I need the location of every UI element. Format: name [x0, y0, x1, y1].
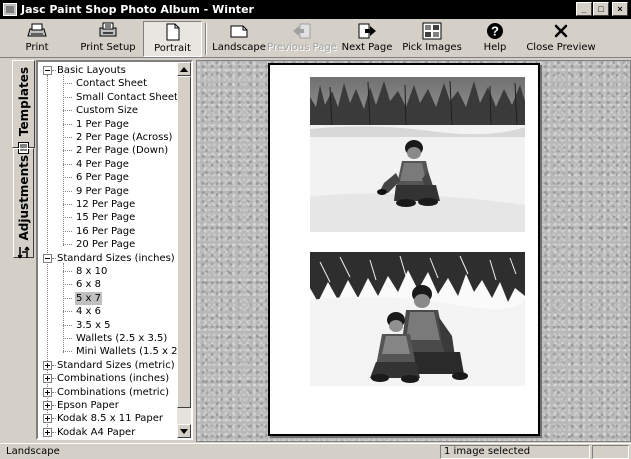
photo-children-in-snow[interactable] [310, 252, 525, 386]
tab-adjustments-label: Adjustments [16, 155, 31, 241]
tree-item-label: 2 Per Page (Down) [76, 145, 169, 157]
tree-item-label: Wallets (2.5 x 3.5) [76, 333, 168, 344]
templates-tree: Basic Layouts Contact Sheet Small Contact … [38, 62, 178, 438]
tree-item-label: 3.5 x 5 [76, 319, 111, 331]
close-preview-icon [549, 21, 573, 41]
tree-item-label: 1 Per Page [76, 118, 129, 130]
tree-item-label: 2 Per Page (Across) [76, 132, 173, 143]
portrait-button[interactable]: Portrait [143, 21, 202, 57]
tree-group-label: Epson Paper [57, 400, 119, 411]
tree-group-label: Standard Sizes (inches) [57, 252, 175, 264]
maximize-icon: □ [598, 3, 604, 14]
print-preview-area [196, 60, 631, 442]
close-icon: × [617, 3, 623, 14]
tree-scrollbar[interactable] [177, 62, 191, 438]
scroll-thumb[interactable] [177, 76, 191, 408]
status-selection: 1 image selected [440, 445, 590, 459]
tree-item-label: Contact Sheet [76, 78, 147, 90]
pick-images-button[interactable]: Pick Images [402, 21, 462, 57]
tree-item-label: 9 Per Page [76, 185, 129, 197]
tree-item-label: 6 x 8 [76, 279, 101, 291]
collapse-icon[interactable] [43, 253, 52, 263]
tab-adjustments[interactable]: Adjustments [13, 148, 34, 259]
tree-item-label: Custom Size [76, 105, 139, 117]
tree-item-label: 4 Per Page [76, 158, 129, 170]
portrait-icon [161, 22, 185, 42]
tree-item-label: 4 x 6 [76, 306, 101, 318]
tree-group-label: Basic Layouts [57, 65, 126, 76]
tree-item-label: 16 Per Page [76, 225, 136, 237]
print-setup-icon [96, 21, 120, 41]
tab-templates-label: Templates [16, 67, 31, 137]
print-button[interactable]: Print [14, 21, 60, 57]
landscape-button[interactable]: Landscape [212, 21, 266, 57]
title-bar[interactable]: Jasc Paint Shop Photo Album - Winter _ □… [0, 0, 631, 19]
photo-child-in-snow[interactable] [310, 77, 525, 232]
tree-item-label: Small Contact Sheet [76, 91, 178, 103]
svg-text:?: ? [491, 24, 499, 39]
landscape-icon [227, 21, 251, 41]
expand-icon[interactable] [43, 360, 52, 370]
status-empty-panel [592, 445, 629, 459]
toolbar: Print Print Setup Portrait Landscape Pre… [0, 19, 631, 58]
scroll-down-button[interactable] [177, 424, 191, 438]
expand-icon[interactable] [43, 427, 52, 437]
expand-icon[interactable] [43, 414, 52, 424]
tree-item-label: 15 Per Page [76, 212, 136, 224]
print-icon [25, 21, 49, 41]
tree-item-label: 8 x 10 [76, 266, 108, 277]
previous-page-icon [290, 21, 314, 41]
tree-group-label: Combinations (metric) [57, 386, 169, 398]
window-controls: _ □ × [576, 2, 628, 16]
tree-item-label: Mini Wallets (1.5 x 2) [76, 346, 178, 358]
side-tabs: Templates Adjustments [0, 60, 35, 440]
status-bar: Landscape 1 image selected [0, 443, 631, 459]
scroll-up-icon [180, 66, 188, 72]
preview-page [268, 63, 540, 436]
toolbar-separator [205, 23, 207, 55]
close-preview-button[interactable]: Close Preview [526, 21, 596, 57]
tree-item-label: 5 x 7 [75, 291, 102, 305]
help-button[interactable]: ? Help [480, 21, 510, 57]
templates-tree-panel: Basic Layouts Contact Sheet Small Contact … [36, 60, 193, 440]
minimize-button[interactable]: _ [576, 2, 592, 16]
window-title: Jasc Paint Shop Photo Album - Winter [21, 3, 254, 16]
app-icon[interactable] [3, 3, 17, 16]
tree-group-label: Kodak A4 Paper [57, 426, 136, 438]
pick-images-icon [420, 21, 444, 41]
scroll-up-button[interactable] [177, 62, 191, 76]
help-icon: ? [483, 21, 507, 41]
maximize-button[interactable]: □ [593, 2, 609, 16]
expand-icon[interactable] [43, 387, 52, 397]
status-text: Landscape [6, 446, 60, 457]
tree-group-label: Combinations (inches) [57, 373, 170, 385]
expand-icon[interactable] [43, 374, 52, 384]
adjustments-icon [16, 246, 30, 262]
tab-templates[interactable]: Templates [12, 60, 35, 155]
expand-icon[interactable] [43, 401, 52, 410]
minimize-icon: _ [581, 3, 587, 14]
tree-group-label: Kodak 8.5 x 11 Paper [57, 413, 164, 425]
scroll-down-icon [180, 428, 188, 434]
previous-page-button[interactable]: Previous Page [267, 21, 337, 57]
tree-item-label: 6 Per Page [76, 172, 129, 184]
tree-item-label: 20 Per Page [76, 239, 136, 251]
tree-item-label: 12 Per Page [76, 199, 136, 210]
next-page-icon [355, 21, 379, 41]
print-setup-button[interactable]: Print Setup [80, 21, 136, 57]
next-page-button[interactable]: Next Page [342, 21, 392, 57]
collapse-icon[interactable] [43, 66, 52, 75]
close-button[interactable]: × [612, 2, 628, 16]
tree-group-label: Standard Sizes (metric) [57, 359, 175, 371]
